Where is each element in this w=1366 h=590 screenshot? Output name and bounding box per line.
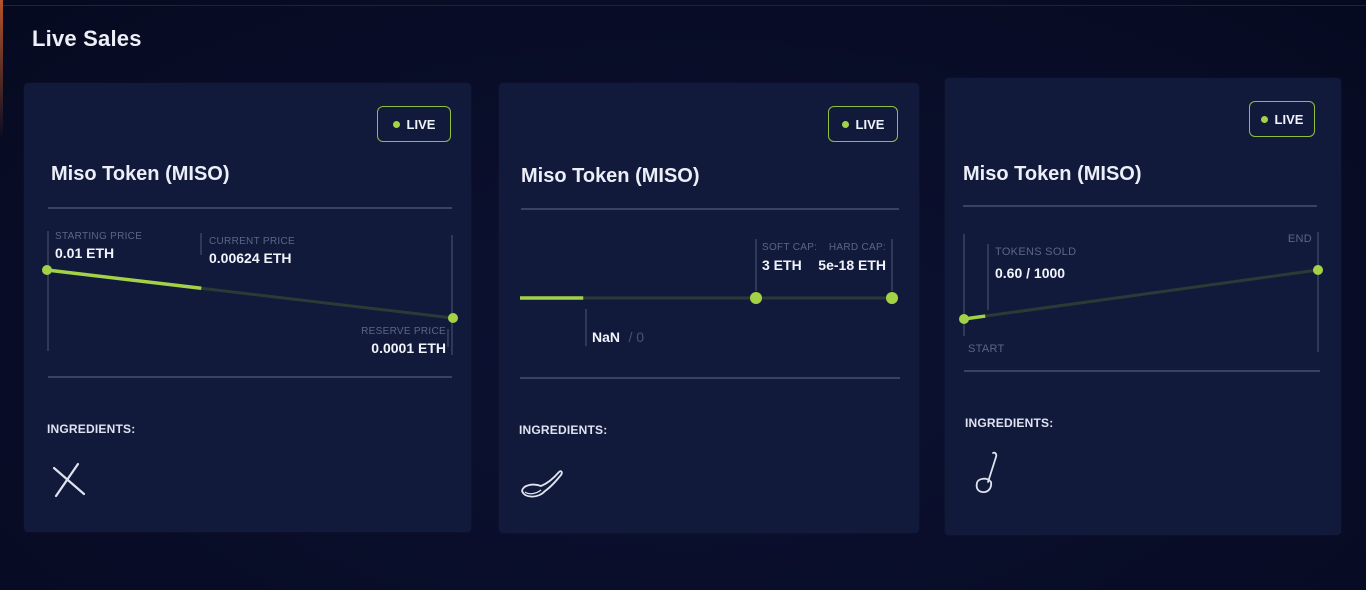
live-dot-icon: [392, 120, 400, 128]
end-point: [448, 313, 458, 323]
ingredients-label: INGREDIENTS:: [965, 416, 1054, 430]
chart-divider: [48, 376, 452, 378]
current-price-value: 0.00624 ETH: [209, 250, 292, 266]
tokens-sold-value: 0.60 / 1000: [995, 265, 1065, 281]
soft-cap-point: [750, 292, 762, 304]
start-point: [959, 314, 969, 324]
end-point: [1313, 265, 1323, 275]
ingredients-label: INGREDIENTS:: [519, 423, 608, 437]
hard-cap-label: HARD CAP:: [829, 242, 886, 253]
live-badge-label: LIVE: [406, 116, 436, 132]
start-label: START: [968, 343, 1005, 355]
reserve-price-value: 0.0001 ETH: [371, 340, 446, 356]
chart-divider: [964, 370, 1320, 372]
end-label: END: [1288, 233, 1312, 245]
price-chart: STARTING PRICE 0.01 ETH CURRENT PRICE 0.…: [42, 231, 458, 356]
section-title: Live Sales: [32, 26, 142, 51]
token-name[interactable]: Miso Token (MISO): [963, 163, 1142, 186]
header-divider: [521, 208, 899, 210]
soft-cap-label: SOFT CAP:: [762, 242, 817, 253]
live-badge: LIVE: [377, 106, 451, 142]
reserve-price-label: RESERVE PRICE: [361, 326, 446, 337]
start-point: [42, 265, 52, 275]
soup-spoon-icon[interactable]: [519, 463, 565, 503]
hard-cap-point: [886, 292, 898, 304]
ingredients-label: INGREDIENTS:: [47, 422, 136, 436]
live-badge-label: LIVE: [1274, 111, 1304, 127]
starting-price-label: STARTING PRICE: [55, 231, 142, 242]
live-badge: LIVE: [1249, 101, 1315, 137]
raised-total: / 0: [628, 329, 644, 345]
sale-card-1[interactable]: LIVE Miso Token (MISO) STARTING PRICE 0.…: [24, 83, 471, 532]
sale-card-3[interactable]: LIVE Miso Token (MISO) TOKENS SOLD 0.60 …: [945, 78, 1341, 535]
tokens-sold-label: TOKENS SOLD: [995, 246, 1076, 258]
top-divider: [0, 5, 1366, 6]
live-dot-icon: [1260, 115, 1268, 123]
tokens-sold-chart: TOKENS SOLD 0.60 / 1000 START END: [959, 232, 1323, 355]
live-badge: LIVE: [828, 106, 898, 142]
chopsticks-icon[interactable]: [50, 460, 90, 500]
left-edge-accent: [0, 0, 3, 140]
token-name[interactable]: Miso Token (MISO): [51, 163, 230, 186]
soft-cap-value: 3 ETH: [762, 257, 802, 273]
header-divider: [963, 205, 1317, 207]
cap-chart: SOFT CAP: 3 ETH HARD CAP: 5e-18 ETH NaN …: [520, 239, 898, 346]
ladle-icon[interactable]: [971, 450, 1005, 498]
chart-divider: [520, 377, 900, 379]
starting-price-value: 0.01 ETH: [55, 245, 114, 261]
token-name[interactable]: Miso Token (MISO): [521, 165, 700, 188]
raised-value: NaN: [592, 329, 620, 345]
price-progress: [46, 268, 202, 290]
live-dot-icon: [841, 120, 849, 128]
header-divider: [48, 207, 452, 209]
hard-cap-value: 5e-18 ETH: [818, 257, 886, 273]
current-price-label: CURRENT PRICE: [209, 236, 295, 247]
sale-card-2[interactable]: LIVE Miso Token (MISO) SOFT CAP: 3 ETH H…: [499, 83, 919, 533]
raised-amount: NaN / 0: [592, 329, 644, 346]
live-badge-label: LIVE: [855, 116, 885, 132]
